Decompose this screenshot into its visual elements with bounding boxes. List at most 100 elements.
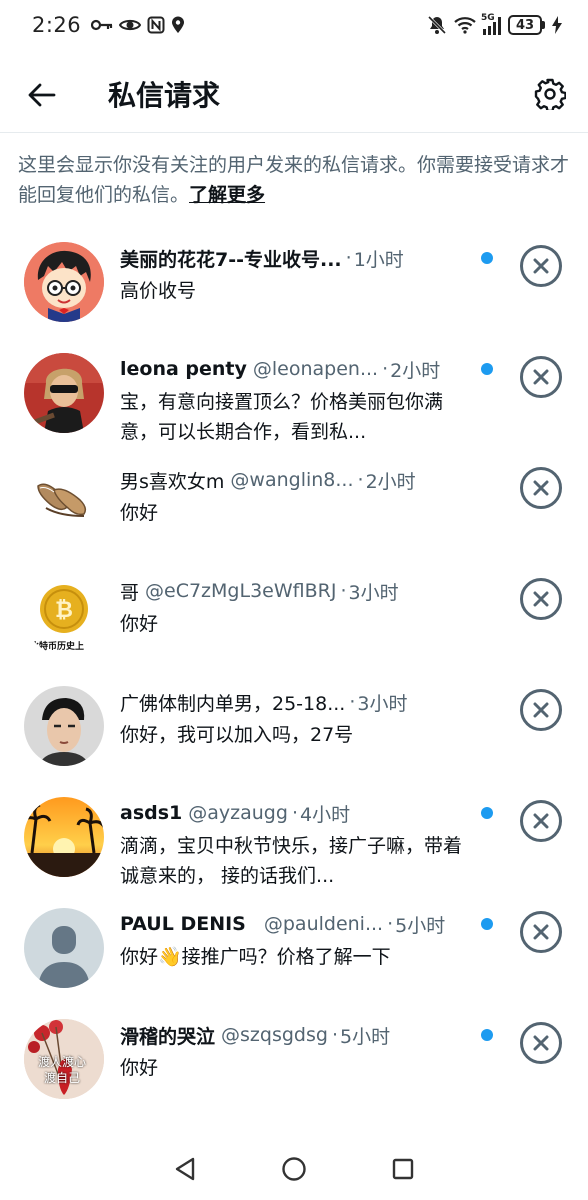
avatar[interactable] [24,353,104,433]
close-icon [533,1035,549,1051]
location-icon [172,16,185,33]
key-icon [91,19,113,31]
message-preview: 你好 [120,613,159,635]
message-preview: 宝，有意向接置顶么？价格美丽包你满意，可以长期合作，看到私... [120,391,444,443]
timestamp: 2小时 [390,359,441,382]
avatar[interactable] [24,464,104,544]
message-preview: 滴滴，宝贝中秋节快乐，接广子嘛，带着诚意来的， 接的话我们... [120,835,463,887]
separator: · [387,913,394,935]
close-icon [533,591,549,607]
timestamp: 5小时 [339,1025,391,1048]
list-item[interactable]: 男s喜欢女m @wanglin8... · 2小时 你好 [0,458,588,569]
unread-indicator [481,807,493,819]
timestamp: 5小时 [395,914,446,937]
dismiss-button[interactable] [520,467,562,509]
separator: · [291,802,298,824]
unread-indicator [481,918,493,930]
list-item[interactable]: 美丽的花花7--专业收号... · 1小时 高价收号 [0,236,588,347]
sender-name: 滑稽的哭泣 [120,1025,216,1048]
header-divider [0,132,588,133]
separator: · [340,580,347,602]
avatar-caption: 比特币历史上 [30,642,85,652]
avatar-text-line2: 渡自己 [44,1071,81,1085]
unread-indicator [481,1029,493,1041]
learn-more-link[interactable]: 了解更多 [189,184,265,206]
settings-button[interactable] [532,76,568,112]
network-type-label: 5G [481,13,495,23]
dismiss-button[interactable] [520,800,562,842]
sender-handle: @leonapen... [252,358,379,380]
unread-indicator [481,252,493,264]
sender-name: 广佛体制内单男，25-18... [120,692,346,715]
dismiss-button[interactable] [520,245,562,287]
svg-text:₿: ₿ [55,598,73,623]
close-icon [533,258,549,274]
sender-name: 美丽的花花7--专业收号... [120,248,342,271]
dismiss-button[interactable] [520,578,562,620]
mute-bell-icon [427,15,447,35]
list-item[interactable]: asds1 @ayzaugg · 4小时 滴滴，宝贝中秋节快乐，接广子嘛，带着诚… [0,791,588,902]
message-preview: 高价收号 [120,280,197,302]
nav-back-button[interactable] [165,1149,205,1189]
list-item[interactable]: ₿ 比特币历史上 哥 @eC7zMgL3eWflBRJ · 3小时 你好 [0,569,588,680]
timestamp: 2小时 [365,470,416,493]
request-header: leona penty @leonapen... · 2小时 [120,355,465,383]
dismiss-button[interactable] [520,356,562,398]
separator: · [345,247,352,269]
close-icon [533,369,549,385]
request-header: 男s喜欢女m @wanglin8... · 2小时 [120,466,465,494]
request-list: 美丽的花花7--专业收号... · 1小时 高价收号 leona penty @… [0,236,588,1124]
sender-name: 哥 [120,581,140,604]
separator: · [331,1024,338,1046]
sender-handle: @pauldeni... [263,913,384,935]
dismiss-button[interactable] [520,1022,562,1064]
list-item[interactable]: 广佛体制内单男，25-18... · 3小时 你好，我可以加入吗，27号 [0,680,588,791]
avatar[interactable] [24,908,104,988]
request-notice: 这里会显示你没有关注的用户发来的私信请求。你需要接受请求才能回复他们的私信。了解… [18,150,570,210]
list-item[interactable]: PAUL DENIS @pauldeni... · 5小时 你好👋接推广吗？价格… [0,902,588,1013]
close-icon [533,702,549,718]
avatar-text-line1: 渡人渡心 [38,1055,87,1069]
close-icon [533,924,549,940]
sender-name: leona penty [120,358,247,380]
close-icon [533,813,549,829]
timestamp: 1小时 [353,248,404,271]
timestamp: 3小时 [357,692,408,715]
sender-handle: @wanglin8... [230,469,354,491]
message-preview: 你好，我可以加入吗，27号 [120,724,354,746]
dismiss-button[interactable] [520,689,562,731]
dismiss-button[interactable] [520,911,562,953]
avatar[interactable] [24,797,104,877]
battery-level: 43 [515,17,535,33]
back-button[interactable] [26,79,58,111]
status-right-icons: 5G 43 [427,13,562,35]
nav-home-button[interactable] [274,1149,314,1189]
list-item[interactable]: 渡人渡心 渡自己 滑稽的哭泣 @szqsgdsg · 5小时 你好 [0,1013,588,1124]
separator: · [349,691,356,713]
message-preview: 你好👋接推广吗？价格了解一下 [120,946,391,968]
nav-recents-button[interactable] [383,1149,423,1189]
status-bar: 2:26 5G 43 [0,0,588,50]
eye-icon [119,19,142,31]
arrow-left-icon [28,83,56,107]
avatar[interactable] [24,242,104,322]
list-item[interactable]: leona penty @leonapen... · 2小时 宝，有意向接置顶么… [0,347,588,458]
request-header: 滑稽的哭泣 @szqsgdsg · 5小时 [120,1021,465,1049]
sender-handle: @eC7zMgL3eWflBRJ [145,580,337,602]
gear-icon [534,78,566,110]
battery-icon: 43 [508,15,545,35]
page-title: 私信请求 [108,79,221,112]
top-app-bar: 私信请求 [0,58,588,132]
avatar[interactable]: 渡人渡心 渡自己 [24,1019,104,1099]
sender-name: 男s喜欢女m [120,470,225,493]
sender-handle: @szqsgdsg [221,1024,328,1046]
message-preview: 你好 [120,502,159,524]
status-time: 2:26 [32,13,82,37]
message-preview: 你好 [120,1057,159,1079]
avatar[interactable] [24,686,104,766]
sender-handle: @ayzaugg [188,802,288,824]
sender-name: PAUL DENIS [120,913,246,935]
avatar[interactable]: ₿ 比特币历史上 [24,575,104,655]
circle-home-icon [282,1157,306,1181]
separator: · [382,358,389,380]
